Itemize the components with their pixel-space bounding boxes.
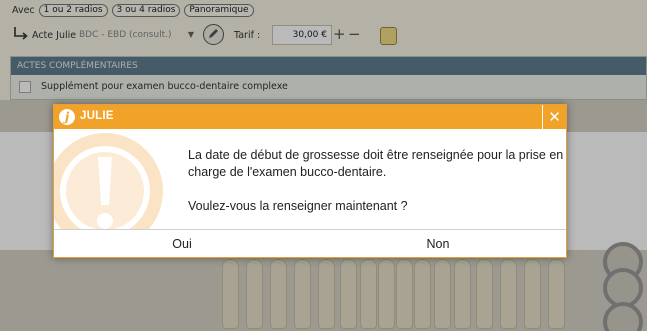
dialog-titlebar: j JULIE ✕	[54, 105, 566, 129]
julie-logo-icon: j	[59, 109, 75, 125]
dialog-question: Voulez-vous la renseigner maintenant ?	[188, 199, 408, 213]
dialog-title: JULIE	[80, 110, 114, 122]
message-line-2: charge de l'examen bucco-dentaire.	[188, 165, 387, 179]
dialog-message: La date de début de grossesse doit être …	[188, 147, 564, 215]
dialog-button-bar: Oui Non	[54, 229, 566, 257]
close-icon[interactable]: ✕	[542, 105, 566, 129]
oui-button[interactable]: Oui	[54, 230, 310, 257]
non-button[interactable]: Non	[310, 230, 566, 257]
confirm-dialog: j JULIE ✕ La date de début de grossesse …	[53, 104, 567, 258]
message-line-1: La date de début de grossesse doit être …	[188, 148, 564, 162]
